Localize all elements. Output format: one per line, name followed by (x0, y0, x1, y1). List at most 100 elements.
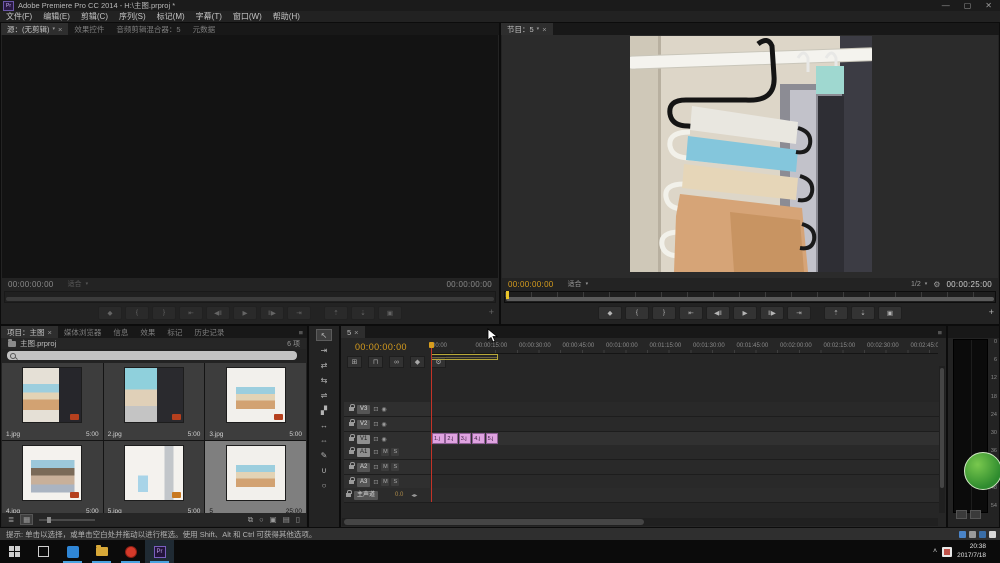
close-icon[interactable]: × (58, 25, 62, 34)
tab-标记[interactable]: 标记 (161, 326, 188, 338)
add-marker-button[interactable]: ◆ (598, 306, 622, 320)
extract-button[interactable]: ⇣ (351, 306, 375, 320)
track-header-A3[interactable]: A3⊡MS (344, 475, 430, 489)
mark-out-button[interactable]: } (652, 306, 676, 320)
playhead-marker[interactable] (429, 342, 434, 348)
meter-button-right[interactable] (970, 510, 981, 519)
start-button[interactable] (0, 540, 29, 563)
go-to-out-button[interactable]: ⇥ (287, 306, 311, 320)
tab-历史记录[interactable]: 历史记录 (188, 326, 230, 338)
track-content-A1[interactable] (430, 445, 939, 459)
search-input[interactable] (7, 351, 297, 360)
track-header-V1[interactable]: V1⊡◉ (344, 432, 430, 446)
tab-效果控件[interactable]: 效果控件 (68, 23, 110, 35)
settings-wrench-icon[interactable]: ⚙ (933, 280, 940, 289)
mark-in-button[interactable]: { (125, 306, 149, 320)
clip-4.j[interactable]: 4.j (472, 433, 485, 444)
program-add-button[interactable]: + (989, 307, 994, 317)
menu-item[interactable]: 文件(F) (6, 11, 32, 22)
track-target-chip[interactable]: V2 (357, 420, 370, 429)
tab-program[interactable]: 节目：5 ▾ × (501, 23, 553, 35)
input-method-icon[interactable] (942, 547, 952, 557)
track-select-forward-tool[interactable]: ⇥ (316, 344, 332, 356)
timeline-horizontal-scrollbar[interactable] (342, 518, 938, 526)
eye-icon[interactable]: ◉ (381, 406, 386, 413)
maximize-button[interactable]: ▢ (964, 1, 972, 10)
lock-icon[interactable] (349, 407, 354, 411)
project-item[interactable]: 2.jpg5:00 (104, 363, 205, 440)
go-to-out-button[interactable]: ⇥ (787, 306, 811, 320)
close-icon[interactable]: × (48, 328, 52, 337)
source-add-button[interactable]: + (489, 307, 494, 317)
work-area-bar[interactable] (431, 354, 498, 360)
find-button[interactable]: ○ (259, 515, 264, 525)
track-content-A2[interactable] (430, 460, 939, 474)
eye-icon[interactable]: ◉ (381, 421, 386, 428)
media-app-button[interactable] (58, 540, 87, 563)
panel-menu-icon[interactable]: ≡ (934, 326, 946, 338)
tab-媒体浏览器[interactable]: 媒体浏览器 (58, 326, 108, 338)
program-playhead-marker[interactable] (506, 291, 509, 299)
solo-button[interactable]: S (391, 448, 399, 456)
step-back-button[interactable]: ◀‖ (206, 306, 230, 320)
track-target-chip[interactable]: A2 (357, 463, 370, 472)
project-item[interactable]: 525:00 (205, 441, 306, 518)
extract-button[interactable]: ⇣ (851, 306, 875, 320)
track-content-V1[interactable]: 1.j2.j3.j4.j5.j (430, 432, 939, 446)
tab-信息[interactable]: 信息 (107, 326, 134, 338)
rate-stretch-tool[interactable]: ⇌ (316, 389, 332, 401)
timeline-vertical-scrollbar[interactable] (939, 366, 945, 513)
track-target-chip[interactable]: V3 (357, 405, 370, 414)
browser-app-button[interactable] (116, 540, 145, 563)
clip-1.j[interactable]: 1.j (432, 433, 445, 444)
tab-sequence-5[interactable]: 5 × (341, 326, 365, 338)
export-frame-button[interactable]: ▣ (878, 306, 902, 320)
task-view-button[interactable] (29, 540, 58, 563)
automate-to-sequence-button[interactable]: ⧉ (248, 515, 253, 525)
program-fit-dropdown[interactable]: 适合▾ (568, 279, 589, 289)
menu-item[interactable]: 序列(S) (119, 11, 146, 22)
track-content-A3[interactable] (430, 475, 939, 489)
sync-lock-icon[interactable]: ⊡ (373, 436, 378, 443)
file-explorer-button[interactable] (87, 540, 116, 563)
clip-3.j[interactable]: 3.j (459, 433, 472, 444)
menu-item[interactable]: 编辑(E) (43, 11, 70, 22)
meter-button-left[interactable] (956, 510, 967, 519)
lock-icon[interactable] (349, 480, 354, 484)
clip-5.j[interactable]: 5.j (486, 433, 499, 444)
close-icon[interactable]: × (542, 25, 546, 34)
selection-tool[interactable]: ↖ (316, 329, 332, 341)
linked-selection-icon[interactable]: ∞ (389, 356, 404, 368)
sync-lock-icon[interactable]: ⊡ (373, 449, 378, 456)
minimize-button[interactable]: — (942, 1, 950, 10)
taskbar-clock[interactable]: 20:38 2017/7/18 (957, 543, 986, 559)
ripple-edit-tool[interactable]: ⇄ (316, 359, 332, 371)
menu-item[interactable]: 字幕(T) (196, 11, 222, 22)
mark-out-button[interactable]: } (152, 306, 176, 320)
step-forward-button[interactable]: ‖▶ (760, 306, 784, 320)
solo-button[interactable]: S (391, 478, 399, 486)
menu-item[interactable]: 窗口(W) (233, 11, 262, 22)
timeline-ruler[interactable]: 00:0000:00:15:0000:00:30:0000:00:45:0000… (431, 342, 938, 354)
fit-track-icon[interactable]: ◂▸ (411, 492, 417, 499)
new-item-button[interactable]: ▤ (283, 515, 290, 525)
thumbnail-zoom-slider[interactable] (39, 519, 95, 521)
tray-icon-white[interactable] (989, 531, 996, 538)
sync-lock-icon[interactable]: ⊡ (373, 421, 378, 428)
icon-view-button[interactable]: ▦ (20, 514, 33, 525)
export-frame-button[interactable]: ▣ (378, 306, 402, 320)
project-item[interactable]: 3.jpg5:00 (205, 363, 306, 440)
master-volume-value[interactable]: 0.0 (395, 492, 403, 498)
tab-音频剪辑混合器：5[interactable]: 音频剪辑混合器：5 (110, 23, 186, 35)
track-header-A2[interactable]: A2⊡MS (344, 460, 430, 474)
clear-button[interactable]: ▯ (296, 515, 300, 525)
close-button[interactable]: ✕ (985, 1, 992, 10)
panel-menu-icon[interactable]: ≡ (295, 326, 307, 338)
sync-lock-icon[interactable]: ⊡ (373, 479, 378, 486)
track-target-chip[interactable]: V1 (357, 435, 370, 444)
mute-button[interactable]: M (381, 448, 389, 456)
lock-icon[interactable] (349, 450, 354, 454)
razor-tool[interactable]: ▞ (316, 404, 332, 416)
menu-item[interactable]: 剪辑(C) (81, 11, 108, 22)
project-item[interactable]: 5.jpg5:00 (104, 441, 205, 518)
